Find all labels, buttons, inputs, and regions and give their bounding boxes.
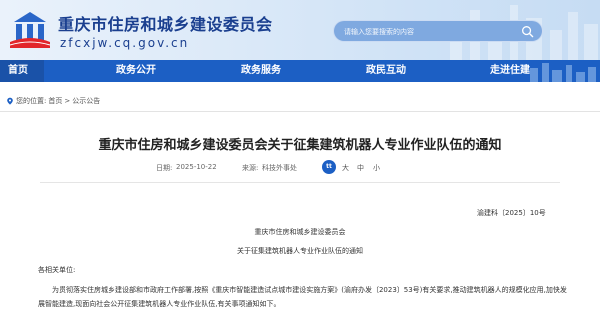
nav-item-gov-services[interactable]: 政务服务 xyxy=(241,60,281,82)
font-size-medium[interactable]: 中 xyxy=(357,163,364,173)
site-domain: zfcxjw.cq.gov.cn xyxy=(60,36,190,50)
share-icon[interactable]: tt xyxy=(322,160,336,174)
notice-line: 关于征集建筑机器人专业作业队伍的通知 xyxy=(237,247,363,255)
publish-date: 2025-10-22 xyxy=(176,163,217,171)
salutation: 各相关单位: xyxy=(38,266,76,274)
site-title[interactable]: 重庆市住房和城乡建设委员会 xyxy=(58,11,273,35)
article-meta: 日期: 2025-10-22 来源: 科技外事处 tt 大 中 小 xyxy=(156,160,446,176)
divider xyxy=(40,182,560,183)
nav-item-home[interactable]: 首页 xyxy=(8,60,28,82)
breadcrumb: 您的位置: 首页 > 公示公告 xyxy=(6,95,100,107)
location-pin-icon xyxy=(7,97,13,105)
font-size-small[interactable]: 小 xyxy=(373,163,380,173)
nav-item-interaction[interactable]: 政民互动 xyxy=(366,60,406,82)
site-header: 重庆市住房和城乡建设委员会 zfcxjw.cq.gov.cn xyxy=(0,0,600,60)
breadcrumb-separator: > xyxy=(64,97,71,105)
search-icon[interactable] xyxy=(521,25,534,38)
date-label: 日期: xyxy=(156,164,173,172)
issuer-line: 重庆市住房和城乡建设委员会 xyxy=(254,228,346,236)
search-box[interactable] xyxy=(333,20,543,42)
divider xyxy=(0,111,600,112)
logo-icon[interactable] xyxy=(8,10,52,50)
nav-decoration xyxy=(530,63,596,82)
document-number: 渝建科〔2025〕10号 xyxy=(477,209,546,217)
nav-item-gov-affairs[interactable]: 政务公开 xyxy=(116,60,156,82)
source-value: 科技外事处 xyxy=(262,164,297,172)
article-title: 重庆市住房和城乡建设委员会关于征集建筑机器人专业作业队伍的通知 xyxy=(98,138,502,153)
font-size-large[interactable]: 大 xyxy=(342,163,349,173)
breadcrumb-home[interactable]: 首页 xyxy=(48,96,62,106)
breadcrumb-current[interactable]: 公示公告 xyxy=(72,96,100,106)
body-paragraph: 为贯彻落实住房城乡建设部和市政府工作部署,按照《重庆市智能建造试点城市建设实施方… xyxy=(38,286,567,308)
source-label: 来源: xyxy=(242,164,259,172)
breadcrumb-prefix: 您的位置: xyxy=(16,97,47,105)
search-input[interactable] xyxy=(344,24,504,40)
main-nav: 首页 政务公开 政务服务 政民互动 走进住建 xyxy=(0,60,600,82)
